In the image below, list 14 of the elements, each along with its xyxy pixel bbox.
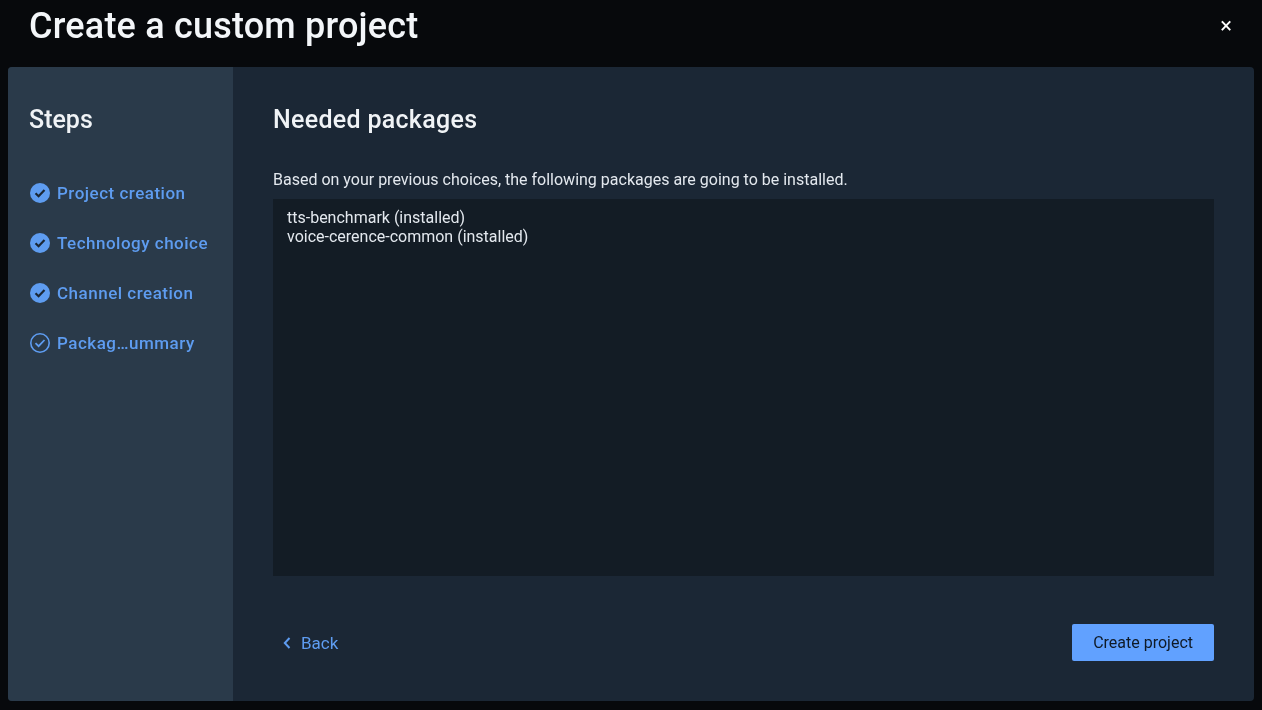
section-heading: Needed packages: [273, 105, 479, 134]
chevron-left-icon: [283, 636, 291, 649]
step-item[interactable]: Project creation: [29, 178, 233, 228]
close-button[interactable]: ×: [1218, 13, 1234, 38]
package-entry: voice-cerence-common (installed): [287, 227, 529, 246]
package-entry: tts-benchmark (installed): [287, 208, 466, 227]
sidebar-title: Steps: [29, 105, 94, 134]
description-text: Based on your previous choices, the following packages are going to be installed.: [273, 170, 849, 189]
step-item[interactable]: Channel creation: [29, 278, 233, 328]
step-item[interactable]: Technology choice: [29, 228, 233, 278]
back-button[interactable]: Back: [273, 626, 349, 659]
create-project-button[interactable]: Create project: [1072, 624, 1214, 661]
dialog-title: Create a custom project: [29, 4, 419, 47]
step-item[interactable]: Packag…ummary: [29, 328, 233, 378]
